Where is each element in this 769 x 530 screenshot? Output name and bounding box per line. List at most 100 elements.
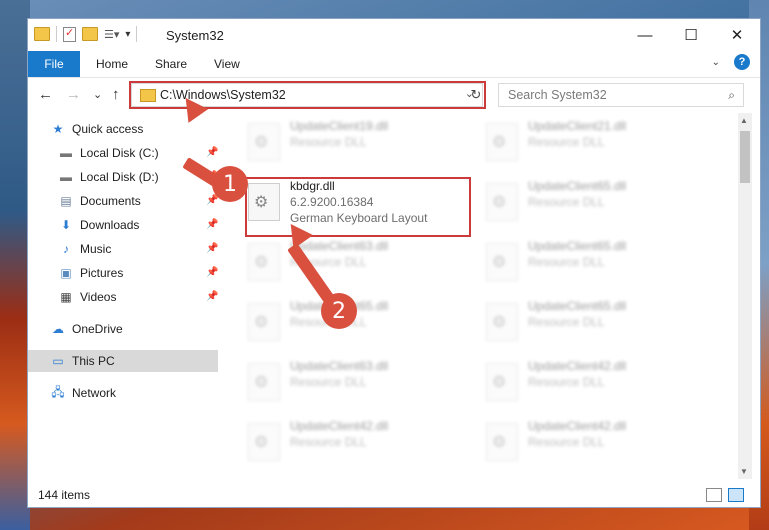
- close-button[interactable]: ✕: [714, 19, 760, 51]
- sidebar-item-videos[interactable]: ▦ Videos: [58, 286, 116, 308]
- drive-icon: ▬: [60, 170, 72, 184]
- pin-icon[interactable]: 📌: [206, 219, 218, 230]
- window-controls: — ☐ ✕: [622, 19, 760, 51]
- sidebar-item-label: Network: [72, 386, 117, 400]
- sidebar-item-documents[interactable]: ▤ Documents: [58, 190, 141, 212]
- status-bar: 144 items: [28, 485, 760, 507]
- maximize-button[interactable]: ☐: [668, 19, 714, 51]
- item-count: 144 items: [38, 488, 91, 502]
- scroll-thumb[interactable]: [740, 131, 750, 183]
- large-icons-view-icon[interactable]: [728, 488, 744, 502]
- file-name: UpdateClient42.dll: [290, 419, 389, 433]
- sidebar-item-network[interactable]: 🖧 Network: [50, 382, 116, 404]
- help-icon[interactable]: ?: [734, 54, 750, 70]
- properties-icon[interactable]: [63, 26, 76, 42]
- sidebar-item-local-disk-c[interactable]: ▬ Local Disk (C:): [58, 142, 159, 164]
- list-item[interactable]: UpdateClient65.dll Resource DLL: [482, 177, 702, 229]
- file-name: UpdateClient42.dll: [528, 359, 627, 373]
- pin-icon[interactable]: 📌: [206, 291, 218, 302]
- pin-icon[interactable]: 📌: [206, 267, 218, 278]
- list-item[interactable]: UpdateClient42.dll Resource DLL: [244, 417, 464, 469]
- file-type: Resource DLL: [290, 435, 367, 449]
- details-view-icon[interactable]: [706, 488, 722, 502]
- file-type: Resource DLL: [528, 375, 605, 389]
- downloads-icon: ⬇: [60, 218, 72, 232]
- forward-button[interactable]: →: [66, 86, 81, 103]
- videos-icon: ▦: [60, 290, 72, 304]
- minimize-button[interactable]: —: [622, 19, 668, 51]
- new-folder-icon[interactable]: [82, 27, 98, 41]
- tab-home[interactable]: Home: [96, 57, 128, 71]
- list-item[interactable]: UpdateClient42.dll Resource DLL: [482, 417, 702, 469]
- file-name: UpdateClient65.dll: [528, 299, 627, 313]
- explorer-window: ☰▾ ▾ System32 — ☐ ✕ File Home Share View…: [27, 18, 761, 508]
- sidebar-item-downloads[interactable]: ⬇ Downloads: [58, 214, 139, 236]
- chevron-down-icon[interactable]: ▾: [125, 29, 130, 40]
- file-highlight-box: [245, 177, 471, 237]
- step-1-badge: 1: [212, 166, 248, 202]
- dll-file-icon: [486, 123, 518, 161]
- quick-access-toolbar: ☰▾ ▾: [34, 26, 138, 42]
- sidebar-item-pictures[interactable]: ▣ Pictures: [58, 262, 123, 284]
- sidebar-item-onedrive[interactable]: ☁ OneDrive: [50, 318, 123, 340]
- scroll-up-icon[interactable]: ▲: [740, 116, 748, 125]
- cloud-icon: ☁: [52, 322, 64, 336]
- sidebar-item-label: Videos: [80, 290, 117, 304]
- sidebar-item-label: Documents: [80, 194, 141, 208]
- sidebar-item-label: Music: [80, 242, 112, 256]
- refresh-button[interactable]: ↻: [465, 83, 487, 107]
- computer-icon: ▭: [52, 354, 64, 368]
- drive-icon: ▬: [60, 146, 72, 160]
- file-name: UpdateClient63.dll: [290, 359, 389, 373]
- divider: [56, 26, 57, 42]
- dll-file-icon: [248, 303, 280, 341]
- dll-file-icon: [248, 123, 280, 161]
- dll-file-icon: [486, 303, 518, 341]
- search-box[interactable]: Search System32 ⌕: [498, 83, 744, 107]
- sidebar-item-label: Local Disk (D:): [80, 170, 159, 184]
- recent-locations-button[interactable]: ⌄: [93, 88, 102, 101]
- dll-file-icon: [486, 363, 518, 401]
- file-list: UpdateClient19.dll Resource DLL kbdgr.dl…: [220, 113, 738, 479]
- list-item[interactable]: UpdateClient63.dll Resource DLL: [244, 357, 464, 409]
- tab-view[interactable]: View: [214, 57, 240, 71]
- pin-icon[interactable]: 📌: [206, 147, 218, 158]
- file-type: Resource DLL: [528, 195, 605, 209]
- file-name: UpdateClient65.dll: [528, 239, 627, 253]
- window-title: System32: [166, 28, 224, 43]
- customize-toolbar-icon[interactable]: ☰▾: [104, 28, 119, 41]
- list-item[interactable]: UpdateClient19.dll Resource DLL: [244, 117, 464, 169]
- list-item[interactable]: UpdateClient63.dll Resource DLL: [244, 237, 464, 289]
- file-type: Resource DLL: [528, 255, 605, 269]
- pin-icon[interactable]: 📌: [206, 243, 218, 254]
- sidebar-item-quick-access[interactable]: ★ Quick access: [50, 118, 144, 140]
- documents-icon: ▤: [60, 194, 72, 208]
- dll-file-icon: [248, 243, 280, 281]
- title-bar[interactable]: ☰▾ ▾ System32 — ☐ ✕: [28, 19, 760, 51]
- file-name: UpdateClient19.dll: [290, 119, 389, 133]
- pictures-icon: ▣: [60, 266, 72, 280]
- search-input[interactable]: Search System32: [508, 88, 607, 102]
- sidebar-item-local-disk-d[interactable]: ▬ Local Disk (D:): [58, 166, 159, 188]
- list-item[interactable]: UpdateClient65.dll Resource DLL: [482, 237, 702, 289]
- list-item[interactable]: UpdateClient42.dll Resource DLL: [482, 357, 702, 409]
- expand-ribbon-icon[interactable]: ⌄: [712, 57, 720, 68]
- network-icon: 🖧: [51, 384, 65, 399]
- folder-icon: [34, 27, 50, 41]
- list-item[interactable]: UpdateClient21.dll Resource DLL: [482, 117, 702, 169]
- up-button[interactable]: ↑: [112, 86, 120, 103]
- dll-file-icon: [486, 183, 518, 221]
- vertical-scrollbar[interactable]: ▲ ▼: [738, 113, 752, 479]
- file-tab[interactable]: File: [28, 51, 80, 77]
- scroll-down-icon[interactable]: ▼: [740, 467, 748, 476]
- file-name: UpdateClient21.dll: [528, 119, 627, 133]
- sidebar-item-music[interactable]: ♪ Music: [58, 238, 111, 260]
- file-type: Resource DLL: [528, 135, 605, 149]
- file-name: UpdateClient63.dll: [290, 239, 389, 253]
- back-button[interactable]: ←: [38, 86, 53, 103]
- list-item[interactable]: UpdateClient65.dll Resource DLL: [482, 297, 702, 349]
- search-icon[interactable]: ⌕: [728, 88, 735, 103]
- file-type: Resource DLL: [290, 135, 367, 149]
- sidebar-item-this-pc[interactable]: ▭ This PC: [28, 350, 218, 372]
- tab-share[interactable]: Share: [155, 57, 187, 71]
